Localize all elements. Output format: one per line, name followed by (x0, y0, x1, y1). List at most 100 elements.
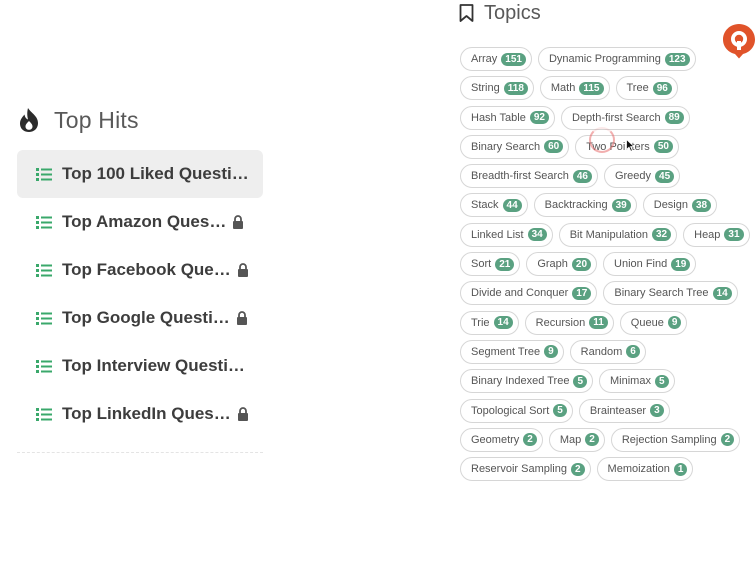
topic-tag-label: Topological Sort (471, 404, 550, 417)
topic-tag-binary-search[interactable]: Binary Search 60 (460, 134, 570, 159)
topic-tag-tree[interactable]: Tree 96 (615, 76, 678, 101)
top-hits-title: Top Hits (54, 106, 139, 133)
topic-tag-label: Trie (471, 316, 490, 329)
topic-tag-geometry[interactable]: Geometry 2 (460, 427, 543, 452)
top-hits-item-top-amazon[interactable]: Top Amazon Ques… (17, 198, 263, 246)
list-icon (36, 215, 52, 229)
topic-tag-label: Union Find (614, 258, 668, 271)
topic-tag-label: Breadth-first Search (471, 170, 569, 183)
topic-tag-binary-indexed-tree[interactable]: Binary Indexed Tree 5 (460, 369, 594, 394)
topic-count-badge: 60 (544, 140, 564, 154)
topic-count-badge: 39 (611, 198, 631, 212)
topic-tag-label: String (471, 82, 500, 95)
mouse-cursor-icon (626, 139, 635, 152)
topic-count-badge: 50 (653, 140, 673, 154)
topic-tag-depth-first-search[interactable]: Depth-first Search 89 (560, 105, 690, 130)
topic-count-badge: 1 (673, 462, 688, 476)
topic-tag-bit-manipulation[interactable]: Bit Manipulation 32 (558, 222, 678, 247)
bookmark-icon (459, 4, 474, 22)
topic-tag-label: Backtracking (544, 199, 608, 212)
topic-count-badge: 92 (529, 111, 549, 125)
topic-count-badge: 11 (589, 316, 608, 330)
top-hits-item-label: Top 100 Liked Questi… (62, 164, 249, 183)
topic-tag-label: Hash Table (471, 111, 526, 124)
topic-tag-trie[interactable]: Trie 14 (460, 310, 519, 335)
topic-count-badge: 5 (573, 374, 588, 388)
topic-tag-backtracking[interactable]: Backtracking 39 (533, 193, 637, 218)
topic-count-badge: 2 (570, 462, 585, 476)
top-hits-item-top-facebook[interactable]: Top Facebook Que… (17, 246, 263, 294)
topic-count-badge: 118 (503, 81, 528, 95)
topic-tag-rejection-sampling[interactable]: Rejection Sampling 2 (610, 427, 741, 452)
topic-tag-topological-sort[interactable]: Topological Sort 5 (460, 398, 573, 423)
topic-tag-label: Sort (471, 258, 492, 271)
topic-count-badge: 14 (712, 286, 732, 300)
topic-tag-brainteaser[interactable]: Brainteaser 3 (578, 398, 670, 423)
topic-tag-label: Divide and Conquer (471, 287, 569, 300)
top-hits-item-top-interview[interactable]: Top Interview Questi… (17, 342, 263, 390)
topic-count-badge: 19 (671, 257, 691, 271)
topics-tag-list: Array 151 Dynamic Programming 123 String 118 M… (460, 47, 752, 482)
topic-tag-array[interactable]: Array 151 (460, 47, 532, 71)
topic-count-badge: 115 (579, 81, 604, 95)
list-icon (36, 263, 52, 277)
topic-count-badge: 2 (523, 433, 537, 447)
topic-count-badge: 38 (692, 198, 712, 212)
topics-header: Topics (459, 0, 541, 26)
topic-count-badge: 44 (502, 198, 522, 212)
topic-tag-label: Depth-first Search (571, 111, 661, 124)
topic-tag-memoization[interactable]: Memoization 1 (596, 457, 694, 482)
topic-tag-linked-list[interactable]: Linked List 34 (460, 222, 553, 247)
topic-tag-queue[interactable]: Queue 9 (619, 310, 688, 335)
flame-icon (20, 108, 38, 132)
topic-tag-binary-search-tree[interactable]: Binary Search Tree 14 (603, 281, 738, 306)
topic-count-badge: 45 (655, 169, 675, 183)
topic-tag-sort[interactable]: Sort 21 (460, 252, 521, 277)
topic-tag-random[interactable]: Random 6 (569, 339, 646, 364)
topic-tag-greedy[interactable]: Greedy 45 (603, 164, 681, 189)
topic-count-badge: 31 (724, 228, 744, 242)
topic-tag-heap[interactable]: Heap 31 (683, 222, 750, 247)
top-hits-item-top-100-liked[interactable]: Top 100 Liked Questi… (17, 150, 263, 198)
top-hits-item-label: Top LinkedIn Ques… (62, 404, 231, 423)
topic-tag-label: Recursion (535, 316, 586, 329)
topic-tag-label: Math (550, 82, 576, 95)
loading-spinner (589, 127, 615, 153)
topic-count-badge: 3 (650, 404, 664, 418)
topic-tag-divide-and-conquer[interactable]: Divide and Conquer 17 (460, 281, 598, 306)
topic-tag-dynamic-programming[interactable]: Dynamic Programming 123 (537, 47, 696, 71)
topic-tag-map[interactable]: Map 2 (548, 427, 605, 452)
topic-tag-label: Brainteaser (589, 404, 647, 417)
topic-count-badge: 5 (553, 404, 567, 418)
topic-tag-hash-table[interactable]: Hash Table 92 (460, 105, 555, 130)
topic-tag-label: Minimax (610, 375, 651, 388)
topic-tag-breadth-first-search[interactable]: Breadth-first Search 46 (460, 164, 598, 189)
topic-count-badge: 9 (544, 345, 558, 359)
topic-tag-label: Linked List (471, 228, 524, 241)
top-hits-item-label: Top Google Questi… (62, 308, 230, 327)
top-hits-item-top-google[interactable]: Top Google Questi… (17, 294, 263, 342)
topic-tag-label: Reservoir Sampling (471, 463, 567, 476)
topic-tag-union-find[interactable]: Union Find 19 (603, 252, 697, 277)
top-hits-item-label: Top Facebook Que… (62, 260, 231, 279)
topic-count-badge: 34 (527, 228, 547, 242)
top-hits-item-top-linkedin[interactable]: Top LinkedIn Ques… (17, 390, 263, 438)
topic-count-badge: 20 (571, 257, 592, 271)
top-hits-list: Top 100 Liked Questi… Top Amazon Ques… T… (17, 150, 263, 438)
topic-tag-recursion[interactable]: Recursion 11 (524, 310, 614, 335)
lock-icon (237, 263, 248, 277)
topic-tag-segment-tree[interactable]: Segment Tree 9 (460, 339, 564, 364)
topic-tag-label: Heap (694, 228, 721, 241)
leetcode-logo[interactable] (722, 23, 756, 59)
topic-count-badge: 151 (501, 52, 526, 66)
topic-tag-string[interactable]: String 118 (460, 76, 534, 101)
topic-tag-reservoir-sampling[interactable]: Reservoir Sampling 2 (460, 457, 591, 482)
topic-tag-design[interactable]: Design 38 (642, 193, 718, 218)
lock-icon (237, 407, 248, 421)
topic-tag-math[interactable]: Math 115 (539, 76, 610, 101)
topic-tag-stack[interactable]: Stack 44 (460, 193, 528, 218)
topic-tag-minimax[interactable]: Minimax 5 (599, 369, 675, 394)
topic-tag-graph[interactable]: Graph 20 (526, 252, 598, 277)
topic-count-badge: 96 (652, 81, 672, 95)
topic-tag-label: Geometry (471, 433, 520, 446)
